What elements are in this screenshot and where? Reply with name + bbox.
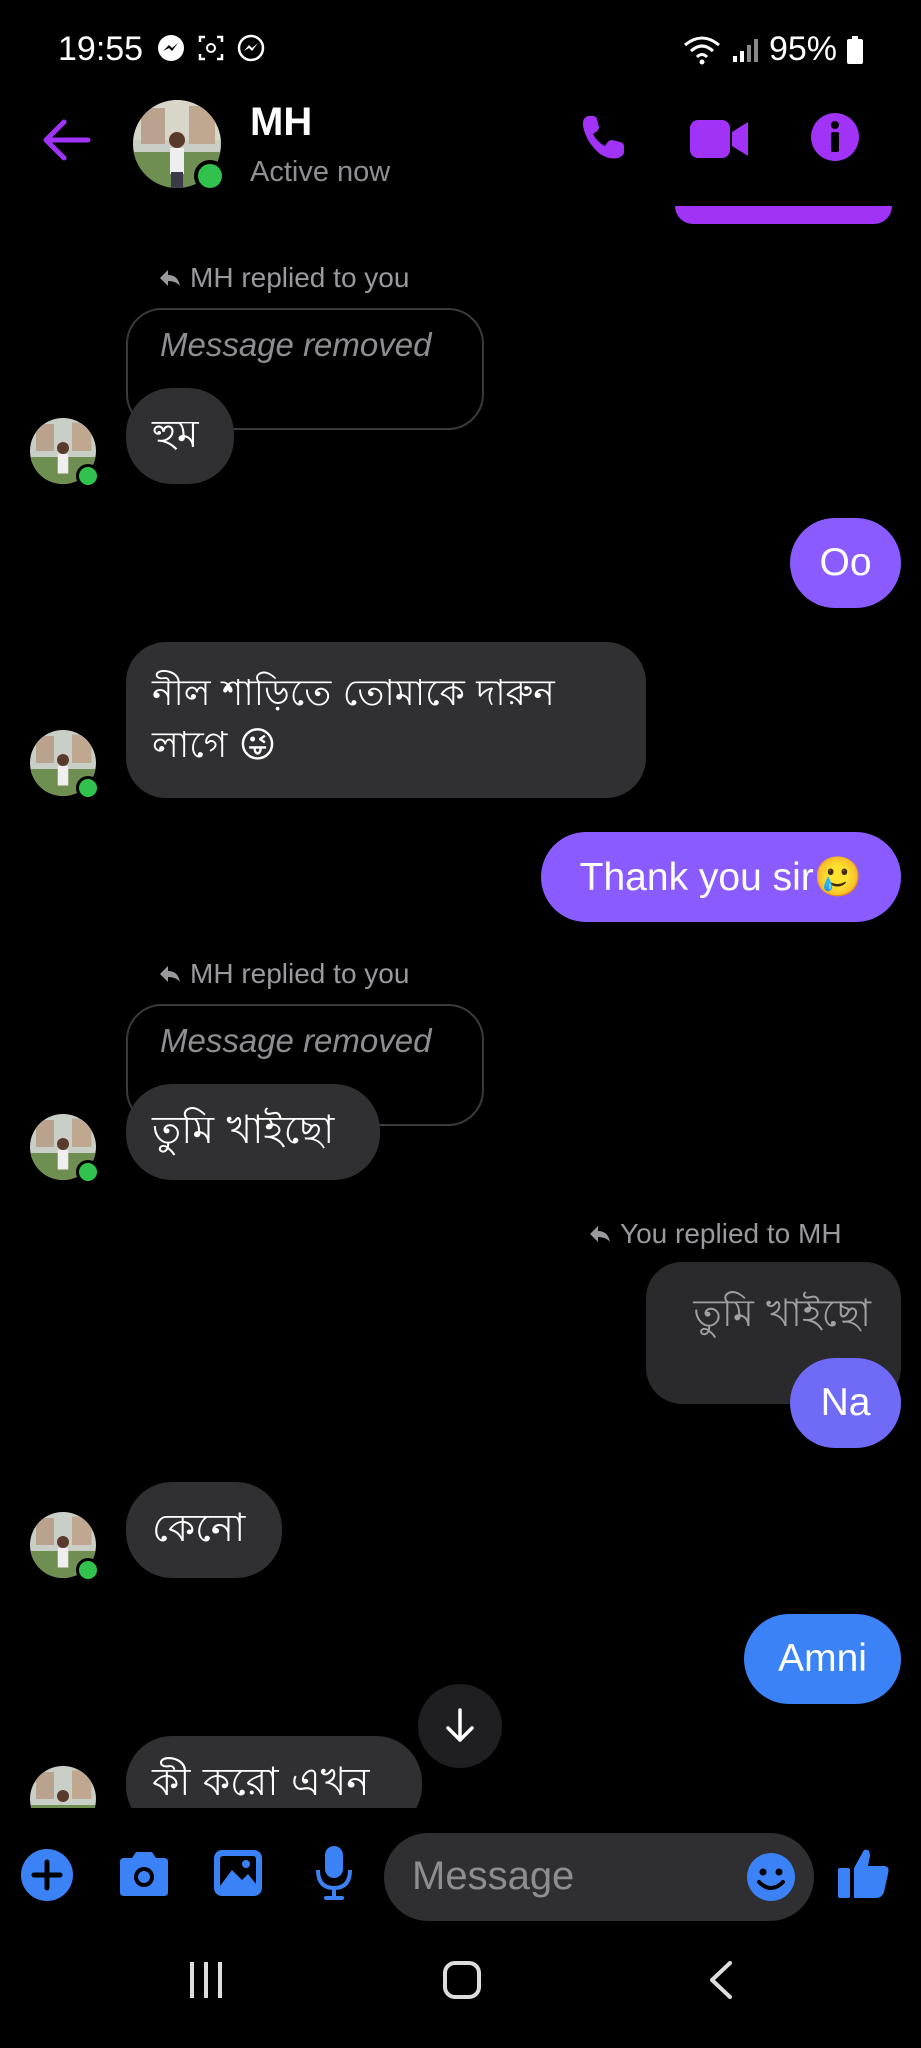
- status-right: 95%: [683, 30, 863, 69]
- wifi-icon: [683, 36, 720, 64]
- back-nav-icon[interactable]: [706, 1960, 736, 2000]
- messenger-outline-icon: [237, 34, 265, 62]
- phone-icon[interactable]: [578, 112, 628, 162]
- online-indicator: [76, 1160, 100, 1184]
- battery-percent: 95%: [768, 30, 837, 68]
- incoming-bubble[interactable]: কেনো: [126, 1482, 282, 1578]
- incoming-bubble[interactable]: তুমি খাইছো: [126, 1084, 380, 1180]
- online-indicator: [194, 160, 226, 192]
- screenshot-icon: [198, 35, 224, 61]
- camera-icon[interactable]: [116, 1850, 172, 1898]
- outgoing-bubble[interactable]: Oo: [790, 518, 901, 608]
- outgoing-bubble[interactable]: Amni: [744, 1614, 901, 1704]
- sender-avatar[interactable]: [30, 1766, 96, 1808]
- back-arrow-icon[interactable]: [40, 118, 92, 162]
- video-call-icon[interactable]: [690, 118, 750, 160]
- notification-icons: [156, 33, 266, 63]
- active-status: Active now: [250, 156, 391, 188]
- reply-arrow-icon: [590, 1226, 610, 1242]
- recent-apps-icon[interactable]: [186, 1960, 226, 2000]
- reply-note: MH replied to you: [158, 958, 409, 990]
- like-thumbs-up-icon[interactable]: [836, 1846, 890, 1900]
- active-tab-indicator: [675, 206, 892, 224]
- contact-name[interactable]: MH: [250, 100, 312, 145]
- outgoing-bubble[interactable]: Na: [790, 1358, 901, 1448]
- home-icon[interactable]: [442, 1960, 482, 2000]
- battery-icon: [847, 35, 863, 64]
- signal-icon: [732, 38, 758, 62]
- reply-arrow-icon: [160, 966, 180, 982]
- status-time: 19:55: [58, 30, 144, 68]
- message-placeholder: Message: [412, 1854, 575, 1898]
- reply-note-text: You replied to MH: [620, 1218, 842, 1249]
- info-icon[interactable]: [810, 112, 860, 162]
- online-indicator: [76, 776, 100, 800]
- online-indicator: [76, 464, 100, 488]
- emoji-icon[interactable]: [746, 1852, 796, 1902]
- online-indicator: [76, 1558, 100, 1582]
- arrow-down-icon: [446, 1708, 474, 1742]
- plus-icon[interactable]: [20, 1848, 74, 1902]
- incoming-bubble[interactable]: হুম: [126, 388, 234, 484]
- reply-note-text: MH replied to you: [190, 262, 410, 293]
- reply-note-text: MH replied to you: [190, 958, 410, 989]
- reply-arrow-icon: [160, 270, 180, 286]
- incoming-bubble[interactable]: কী করো এখন: [126, 1736, 422, 1808]
- microphone-icon[interactable]: [314, 1844, 354, 1902]
- reply-note: MH replied to you: [158, 262, 409, 294]
- scroll-to-bottom-button[interactable]: [418, 1684, 502, 1768]
- bubble-line: লাগে 😜: [152, 725, 277, 766]
- bubble-line: নীল শাড়িতে তোমাকে দারুন: [152, 672, 555, 714]
- messenger-icon: [158, 35, 184, 61]
- reply-note: You replied to MH: [588, 1218, 842, 1250]
- incoming-bubble[interactable]: নীল শাড়িতে তোমাকে দারুন লাগে 😜: [126, 642, 646, 798]
- outgoing-bubble[interactable]: Thank you sir🥲: [541, 832, 901, 922]
- gallery-icon[interactable]: [212, 1848, 264, 1898]
